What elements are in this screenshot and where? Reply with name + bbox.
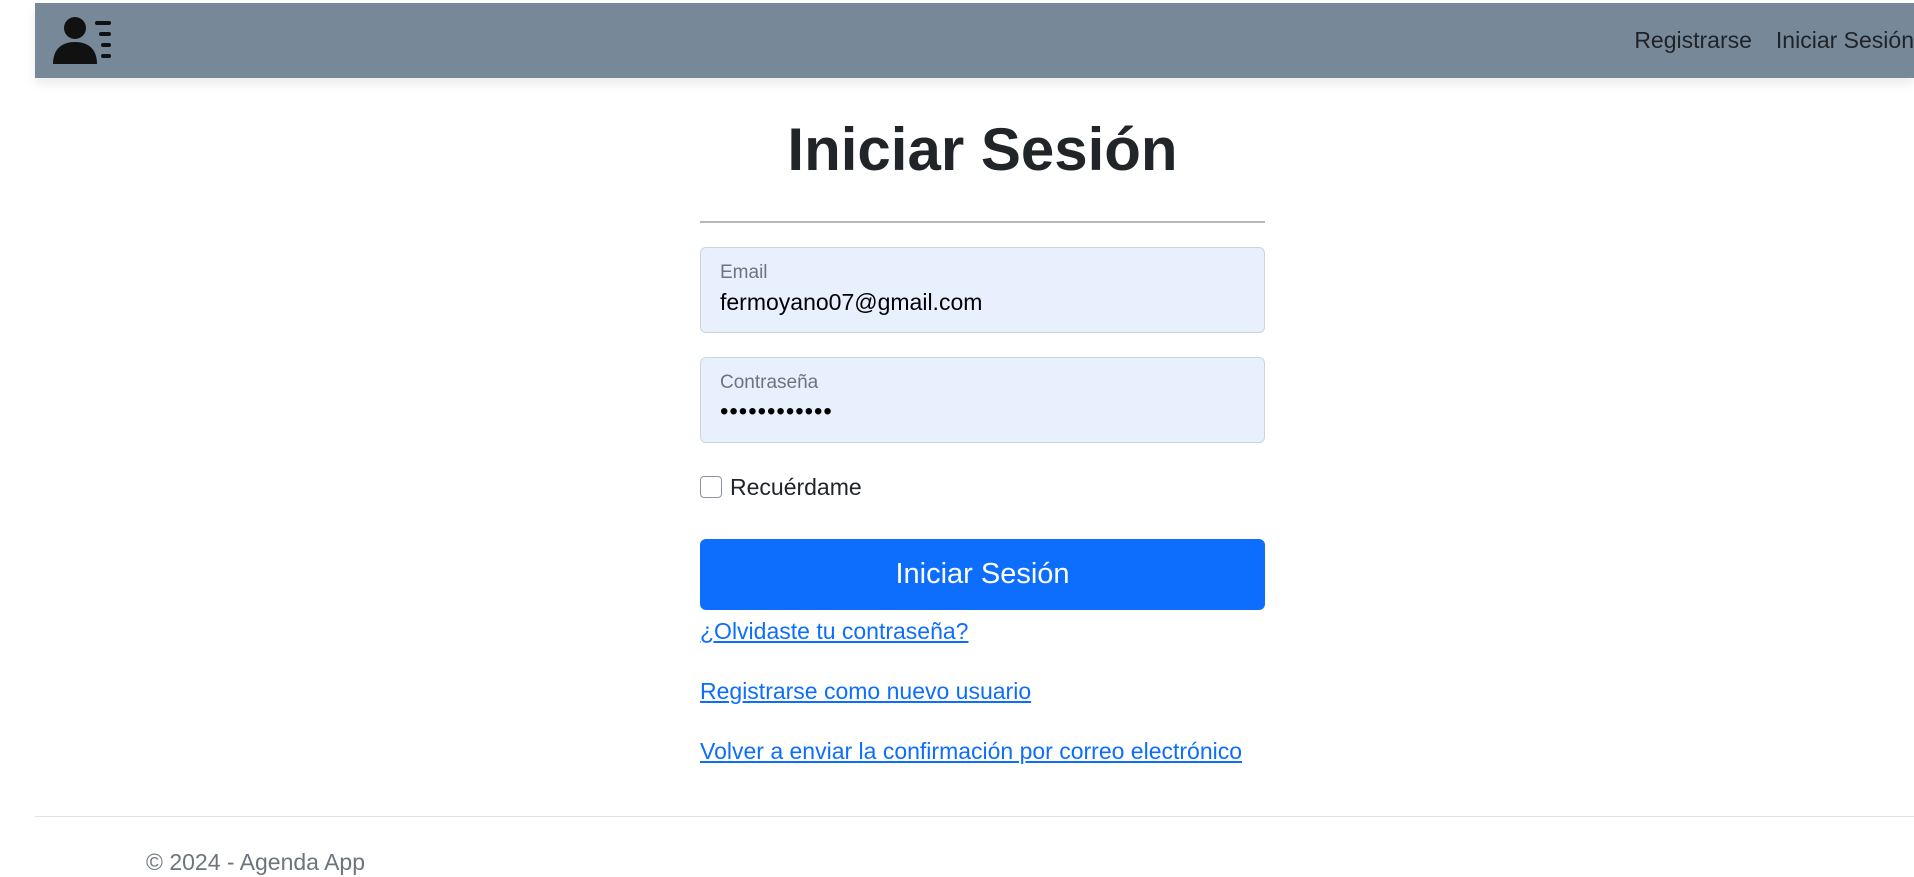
remember-me[interactable]: Recuérdame (700, 473, 1265, 501)
title-divider (700, 221, 1265, 223)
resend-confirmation-link[interactable]: Volver a enviar la confirmación por corr… (700, 736, 1265, 766)
nav-link-login[interactable]: Iniciar Sesión (1776, 27, 1914, 54)
remember-label: Recuérdame (730, 473, 862, 500)
email-field[interactable]: Email fermoyano07@gmail.com (700, 247, 1265, 333)
auth-links: ¿Olvidaste tu contraseña? Registrarse co… (700, 616, 1265, 766)
password-input[interactable]: •••••••••••• (720, 398, 833, 426)
login-form: Iniciar Sesión Email fermoyano07@gmail.c… (700, 110, 1265, 766)
login-button[interactable]: Iniciar Sesión (700, 539, 1265, 610)
email-label: Email (720, 262, 768, 283)
brand-logo[interactable] (51, 16, 115, 66)
footer-divider (35, 816, 1914, 817)
register-link[interactable]: Registrarse como nuevo usuario (700, 676, 1265, 706)
footer-copyright: © 2024 - Agenda App (146, 849, 366, 875)
remember-checkbox[interactable] (700, 476, 722, 498)
contacts-icon (53, 17, 111, 64)
nav-links: Registrarse Iniciar Sesión (1610, 3, 1914, 78)
page: Registrarse Iniciar Sesión Iniciar Sesió… (0, 0, 1914, 877)
email-input[interactable]: fermoyano07@gmail.com (720, 289, 982, 316)
top-navbar: Registrarse Iniciar Sesión (35, 3, 1914, 78)
nav-link-register[interactable]: Registrarse (1634, 27, 1752, 54)
password-label: Contraseña (720, 372, 819, 393)
password-field[interactable]: Contraseña •••••••••••• (700, 357, 1265, 443)
forgot-password-link[interactable]: ¿Olvidaste tu contraseña? (700, 616, 1265, 646)
page-title: Iniciar Sesión (787, 116, 1178, 183)
